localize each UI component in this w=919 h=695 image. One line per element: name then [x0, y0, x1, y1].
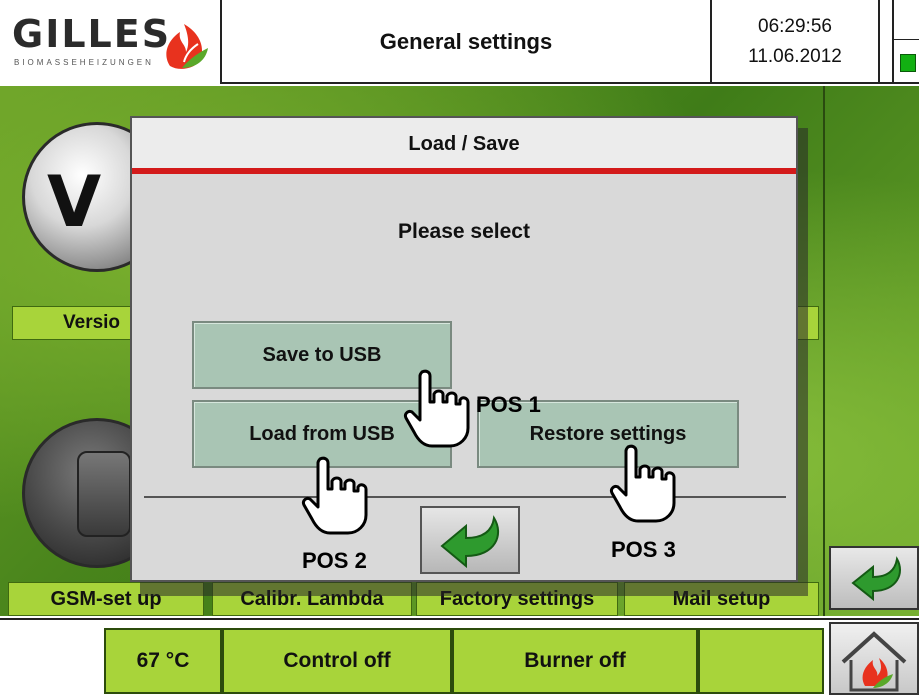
header-bar: GILLES BIOMASSEHEIZUNGEN General setting… — [0, 0, 919, 84]
hand-pointer-icon — [302, 456, 368, 535]
hand-pointer-icon — [610, 444, 676, 523]
version-glyph: V — [47, 161, 102, 243]
version-label[interactable]: Versio — [12, 306, 132, 340]
temperature-readout: 67 °C — [104, 628, 222, 694]
annotation-pos2: POS 2 — [302, 548, 367, 573]
home-button[interactable] — [829, 622, 919, 695]
burner-status: Burner off — [452, 628, 698, 694]
dialog-divider — [144, 496, 786, 498]
hand-pointer-icon — [404, 369, 470, 448]
clock-date: 11.06.2012 — [748, 46, 842, 67]
annotation-pos3: POS 3 — [611, 537, 676, 562]
clock: 06:29:56 11.06.2012 — [710, 0, 880, 84]
flame-leaf-icon — [166, 24, 208, 69]
back-arrow-icon — [851, 556, 901, 602]
home-flame-icon — [841, 631, 907, 692]
logo-text: GILLES — [12, 12, 172, 56]
page-title: General settings — [379, 29, 553, 54]
annotation-pos1: POS 1 — [476, 392, 541, 417]
phone-icon — [77, 451, 131, 537]
control-status: Control off — [222, 628, 452, 694]
side-back-button[interactable] — [829, 546, 919, 610]
status-bar: 67 °C Control off Burner off — [0, 618, 919, 695]
load-save-dialog: Load / Save Please select Save to USB Lo… — [130, 116, 798, 582]
clock-time: 06:29:56 — [758, 16, 832, 37]
logo: GILLES BIOMASSEHEIZUNGEN — [0, 0, 222, 84]
divider — [823, 86, 825, 616]
dialog-title-underline — [132, 168, 796, 174]
status-led — [900, 54, 916, 72]
back-arrow-icon — [440, 515, 499, 568]
empty-status-cell — [698, 628, 824, 694]
dialog-prompt: Please select — [398, 220, 530, 243]
logo-subtitle: BIOMASSEHEIZUNGEN — [14, 58, 154, 67]
dialog-back-button[interactable] — [420, 506, 520, 574]
dialog-title: Load / Save — [132, 118, 796, 170]
status-indicator — [892, 0, 919, 84]
